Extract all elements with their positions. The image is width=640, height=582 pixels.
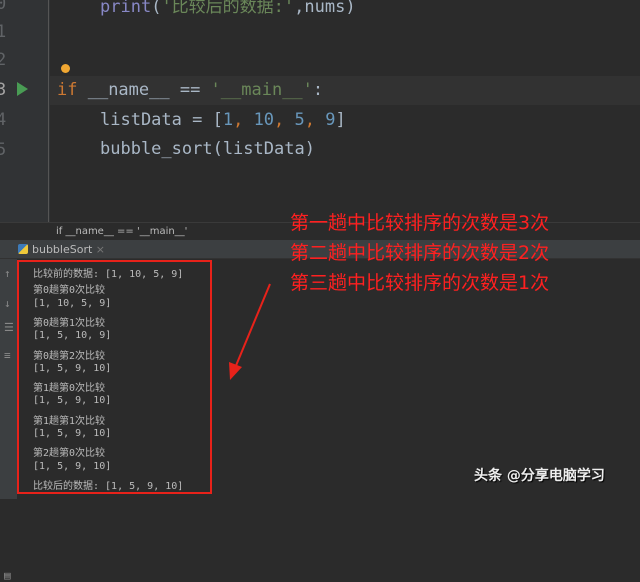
annotation-arrow [229,283,271,380]
watermark: 头条 @分享电脑学习 [474,468,605,484]
print-icon[interactable]: ▤ [4,569,11,582]
